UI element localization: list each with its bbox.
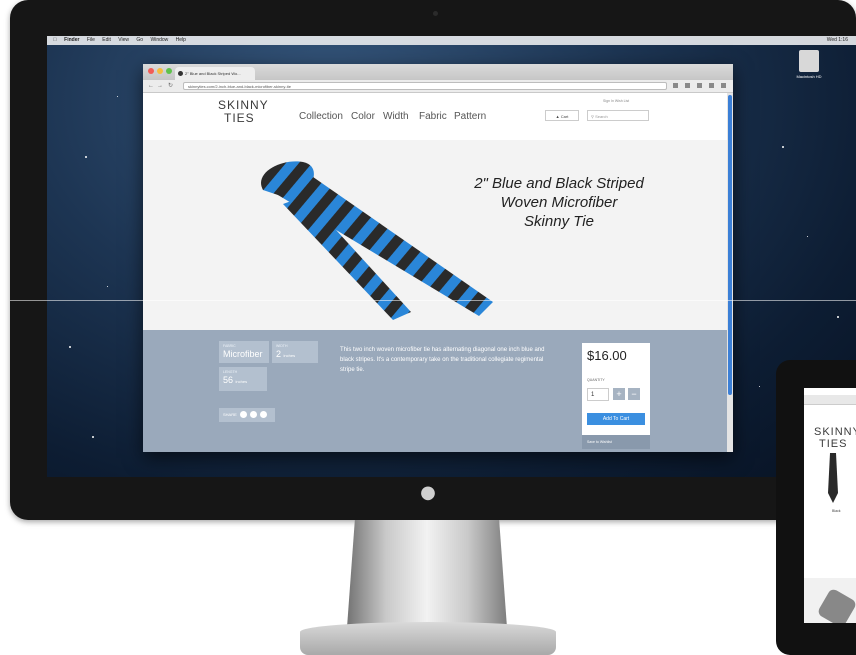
product-title-line-2: Woven Microfiber: [500, 194, 618, 211]
nav-width[interactable]: Width: [383, 111, 409, 122]
product-title: 2" Blue and Black Striped Woven Microfib…: [459, 174, 659, 231]
extension-icon[interactable]: [697, 83, 702, 88]
extension-icon[interactable]: [709, 83, 714, 88]
camera-dot: [433, 11, 438, 16]
attr-fabric-label: FABRIC: [223, 344, 236, 348]
menubar-clock[interactable]: Wed 1:16: [827, 36, 848, 45]
product-hero: 2" Blue and Black Striped Woven Microfib…: [143, 140, 727, 330]
buy-box: $16.00 QUANTITY 1 + − Add To Cart Save t…: [582, 343, 650, 449]
monitor-stand-base: [300, 622, 556, 655]
tab-title: 2" Blue and Black Striped Wo...: [185, 71, 241, 76]
pinterest-icon[interactable]: [250, 411, 258, 419]
cart-icon: ▲: [555, 114, 560, 119]
nav-pattern[interactable]: Pattern: [454, 111, 486, 122]
close-window-icon[interactable]: [148, 68, 154, 74]
share-label: SHARE: [223, 412, 237, 417]
browser-toolbar: ← → ↻ skinnyties.com/2-inch-blue-and-bla…: [143, 80, 733, 93]
tablet-address-bar[interactable]: [804, 395, 856, 405]
cart-button[interactable]: ▲ Cart: [545, 110, 579, 121]
mac-menubar:  Finder File Edit View Go Window Help W…: [47, 36, 856, 45]
star-bookmark-icon[interactable]: [673, 83, 678, 88]
quantity-label: QUANTITY: [587, 378, 605, 382]
attr-width-label: WIDTH: [276, 344, 288, 348]
apple-logo-icon: ●: [420, 482, 436, 503]
star: [92, 436, 94, 438]
tablet-screen: SKINNY TIES Black: [804, 383, 856, 623]
logo-line-2: TIES: [224, 111, 255, 125]
tablet-tie-image: [828, 453, 838, 503]
search-input[interactable]: ⚲ Search: [587, 110, 649, 121]
nav-fabric[interactable]: Fabric: [419, 111, 447, 122]
star: [117, 96, 118, 97]
wishlist-button[interactable]: Save to Wishlist: [582, 435, 650, 449]
menu-go[interactable]: Go: [136, 37, 143, 43]
account-links[interactable]: Sign In Wish List: [603, 99, 629, 103]
search-placeholder: Search: [595, 114, 608, 119]
apple-menu-icon[interactable]: : [53, 37, 57, 43]
browser-tabbar: 2" Blue and Black Striped Wo...: [143, 64, 733, 80]
site-header: SKINNY TIES Collection Color Width Fabri…: [143, 93, 727, 140]
attr-width-unit: inches: [283, 353, 296, 358]
menu-help[interactable]: Help: [176, 37, 186, 43]
star: [85, 156, 87, 158]
menu-finder[interactable]: Finder: [64, 37, 79, 43]
screen-glare-line: [10, 300, 856, 301]
site-logo[interactable]: SKINNY TIES: [218, 99, 268, 129]
star: [837, 316, 839, 318]
add-to-cart-button[interactable]: Add To Cart: [587, 413, 645, 425]
forward-arrow-icon[interactable]: →: [157, 82, 163, 90]
zoom-window-icon[interactable]: [166, 68, 172, 74]
reload-icon[interactable]: ↻: [168, 82, 173, 90]
product-title-line-1: 2" Blue and Black Striped: [474, 175, 644, 192]
attr-fabric-value: Microfiber: [223, 349, 263, 359]
menu-icon[interactable]: [721, 83, 726, 88]
star: [107, 286, 108, 287]
star: [759, 386, 760, 387]
menu-window[interactable]: Window: [150, 37, 168, 43]
product-description: This two inch woven microfiber tie has a…: [340, 347, 545, 373]
share-bar: SHARE: [219, 408, 275, 422]
quantity-input[interactable]: 1: [587, 388, 609, 401]
extension-icon[interactable]: [685, 83, 690, 88]
star: [807, 236, 808, 237]
tablet-tie-caption: Black: [832, 509, 841, 513]
hard-drive-icon[interactable]: [799, 50, 819, 72]
star: [69, 346, 71, 348]
attr-fabric: FABRIC Microfiber: [219, 341, 269, 363]
minimize-window-icon[interactable]: [157, 68, 163, 74]
menu-view[interactable]: View: [118, 37, 129, 43]
star: [782, 146, 784, 148]
browser-window: 2" Blue and Black Striped Wo... ← → ↻ sk…: [143, 64, 733, 452]
tablet-logo-line-1: SKINNY: [814, 426, 856, 438]
menu-file[interactable]: File: [87, 37, 95, 43]
favicon-icon: [178, 71, 183, 76]
scrollbar-thumb[interactable]: [728, 95, 732, 395]
attr-width: WIDTH 2 inches: [272, 341, 318, 363]
search-icon: ⚲: [591, 114, 594, 119]
address-bar[interactable]: skinnyties.com/2-inch-blue-and-black-mic…: [183, 82, 667, 90]
menu-edit[interactable]: Edit: [102, 37, 111, 43]
attr-width-value: 2: [276, 349, 282, 359]
quantity-minus-button[interactable]: −: [628, 388, 640, 400]
attr-length-value: 56: [223, 375, 234, 385]
tablet-status-bar: [804, 383, 856, 388]
back-arrow-icon[interactable]: ←: [148, 82, 154, 90]
tablet-logo-line-2: TIES: [819, 438, 848, 450]
browser-tab[interactable]: 2" Blue and Black Striped Wo...: [175, 67, 255, 80]
nav-color[interactable]: Color: [351, 111, 375, 122]
desktop-screen:  Finder File Edit View Go Window Help W…: [47, 36, 856, 477]
quantity-plus-button[interactable]: +: [613, 388, 625, 400]
product-details: FABRIC Microfiber WIDTH 2 inches LENGTH …: [143, 330, 727, 452]
nav-collection[interactable]: Collection: [299, 111, 343, 122]
attr-length: LENGTH 56 inches: [219, 367, 267, 391]
product-price: $16.00: [587, 348, 627, 363]
tablet-site-logo[interactable]: SKINNY TIES: [814, 426, 856, 450]
facebook-icon[interactable]: [239, 411, 247, 419]
twitter-icon[interactable]: [260, 411, 268, 419]
attr-length-label: LENGTH: [223, 370, 238, 374]
cart-label: Cart: [560, 114, 569, 119]
attr-length-unit: inches: [235, 379, 248, 384]
desktop-icon-label: Macintosh HD: [796, 74, 822, 79]
product-title-line-3: Skinny Tie: [524, 213, 594, 230]
